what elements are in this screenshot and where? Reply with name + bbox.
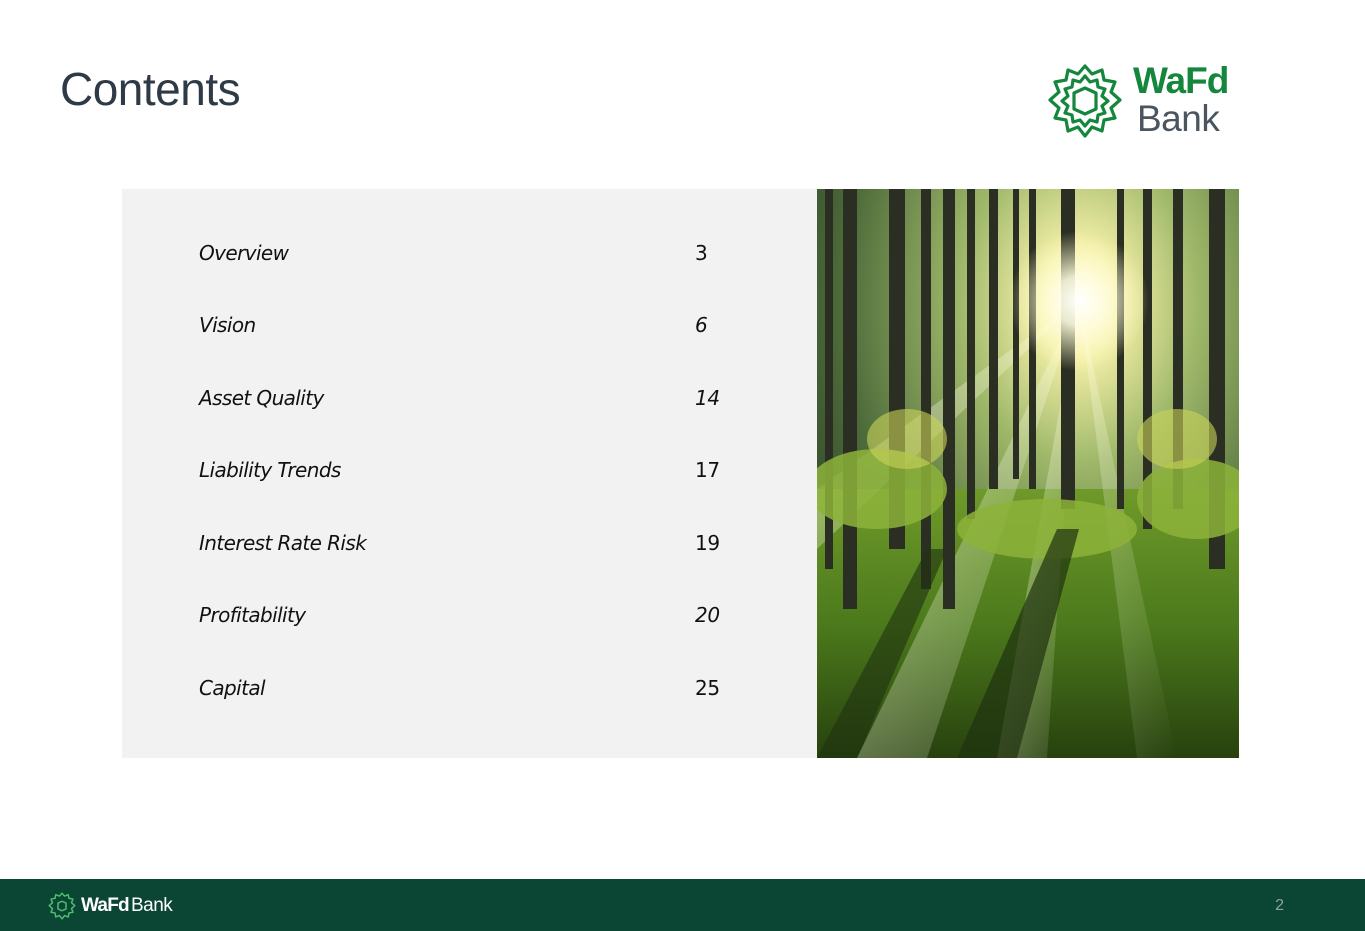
footer-logo-wafd: WaFd bbox=[81, 895, 130, 916]
footer-logo-bank: Bank bbox=[131, 895, 173, 916]
toc-item[interactable]: Profitability 20 bbox=[199, 603, 759, 633]
wafd-bank-logo: WaFd Bank bbox=[1044, 60, 1244, 142]
toc-item-label: Interest Rate Risk bbox=[199, 531, 367, 555]
wafd-emblem-icon bbox=[1048, 64, 1122, 138]
toc-item-page: 6 bbox=[695, 313, 708, 337]
forest-sunlight-image bbox=[817, 189, 1239, 758]
toc-item-label: Profitability bbox=[199, 603, 306, 627]
toc-item-label: Liability Trends bbox=[199, 458, 341, 482]
toc-item[interactable]: Capital 25 bbox=[199, 676, 759, 706]
toc-item-label: Asset Quality bbox=[199, 386, 324, 410]
toc-item-page: 17 bbox=[695, 458, 720, 482]
toc-item-page: 19 bbox=[695, 531, 720, 555]
wafd-emblem-icon bbox=[48, 892, 76, 920]
toc-item-page: 25 bbox=[695, 676, 720, 700]
toc-item[interactable]: Vision 6 bbox=[199, 313, 759, 343]
toc-item-page: 14 bbox=[695, 386, 720, 410]
logo-wordmark-bank: Bank bbox=[1137, 98, 1220, 139]
toc-item-label: Overview bbox=[199, 241, 289, 265]
page-number: 2 bbox=[1275, 897, 1284, 914]
toc-item-page: 3 bbox=[695, 241, 708, 265]
table-of-contents: Overview 3 Vision 6 Asset Quality 14 Lia… bbox=[122, 189, 817, 758]
footer-bar: WaFd Bank 2 bbox=[0, 879, 1365, 931]
toc-item[interactable]: Interest Rate Risk 19 bbox=[199, 531, 759, 561]
forest-illustration bbox=[817, 189, 1239, 758]
toc-item-page: 20 bbox=[695, 603, 720, 627]
toc-item[interactable]: Liability Trends 17 bbox=[199, 458, 759, 488]
toc-item[interactable]: Overview 3 bbox=[199, 241, 759, 271]
toc-item-label: Capital bbox=[199, 676, 266, 700]
toc-item-label: Vision bbox=[199, 313, 256, 337]
toc-item[interactable]: Asset Quality 14 bbox=[199, 386, 759, 416]
logo-wordmark-wafd: WaFd bbox=[1133, 60, 1229, 101]
page-title: Contents bbox=[60, 63, 241, 115]
